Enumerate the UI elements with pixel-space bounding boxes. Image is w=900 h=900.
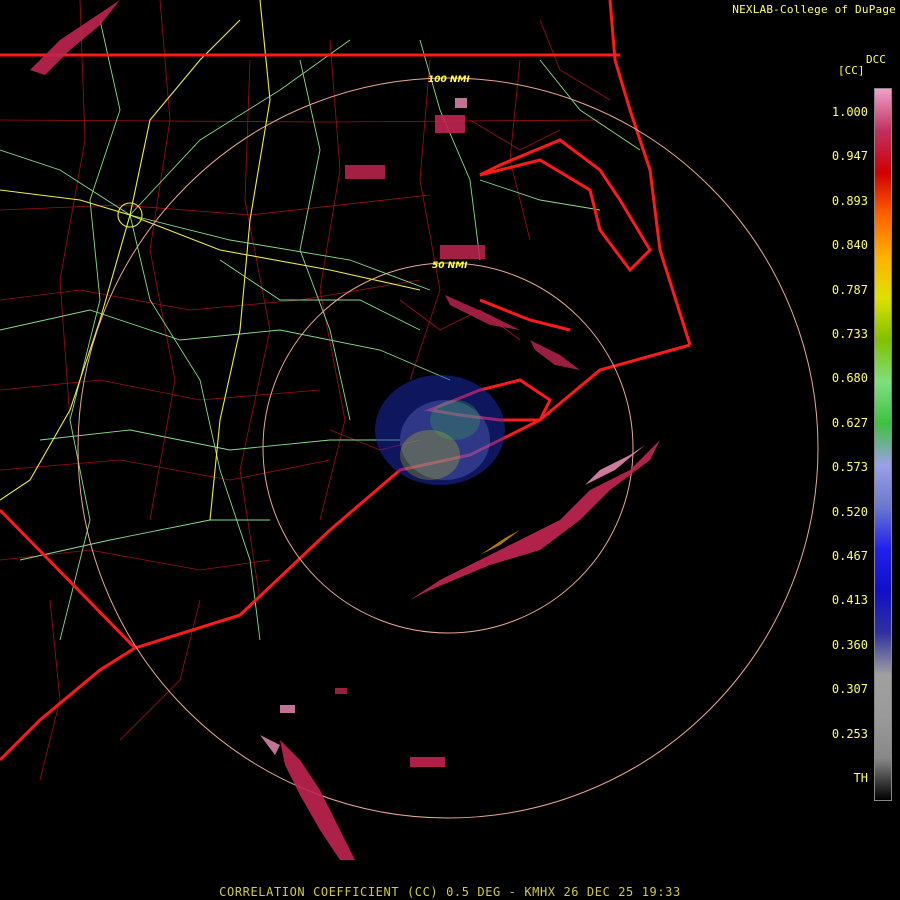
product-code: DCC [866, 53, 886, 66]
colorbar-tick: TH [853, 771, 868, 785]
ring-label-50: 50 NMI [432, 261, 468, 271]
radar-echoes [30, 0, 660, 860]
county-borders [0, 0, 611, 781]
colorbar-tick: 0.467 [831, 549, 868, 563]
colorbar-tick: 0.680 [831, 371, 868, 386]
colorbar-tick: 0.627 [831, 415, 868, 430]
colorbar-tick: 0.360 [831, 637, 868, 652]
colorbar-tick: 0.573 [831, 460, 868, 475]
colorbar-tick: 0.787 [831, 282, 868, 297]
colorbar-tick: 1.000 [831, 105, 868, 119]
colorbar [874, 88, 892, 801]
colorbar-tick: 0.733 [831, 327, 868, 341]
colorbar-tick: 0.947 [831, 149, 868, 164]
colorbar-ticks: 1.000 0.947 0.893 0.840 0.787 0.733 0.680 0.627… [800, 88, 870, 801]
units-label: [CC] [838, 64, 865, 77]
colorbar-tick: 0.893 [831, 193, 868, 208]
radar-map: 50 NMI 100 NMI [0, 0, 819, 860]
colorbar-tick: 0.413 [831, 593, 868, 608]
credit-text: NEXLAB-College of DuPage [732, 3, 896, 16]
ring-label-100: 100 NMI [428, 75, 470, 85]
product-caption: CORRELATION COEFFICIENT (CC) 0.5 DEG - K… [219, 885, 681, 899]
interstates [0, 0, 421, 521]
colorbar-tick: 0.520 [831, 504, 868, 519]
colorbar-tick: 0.253 [831, 726, 868, 741]
colorbar-tick: 0.307 [831, 682, 868, 697]
colorbar-tick: 0.840 [831, 238, 868, 253]
